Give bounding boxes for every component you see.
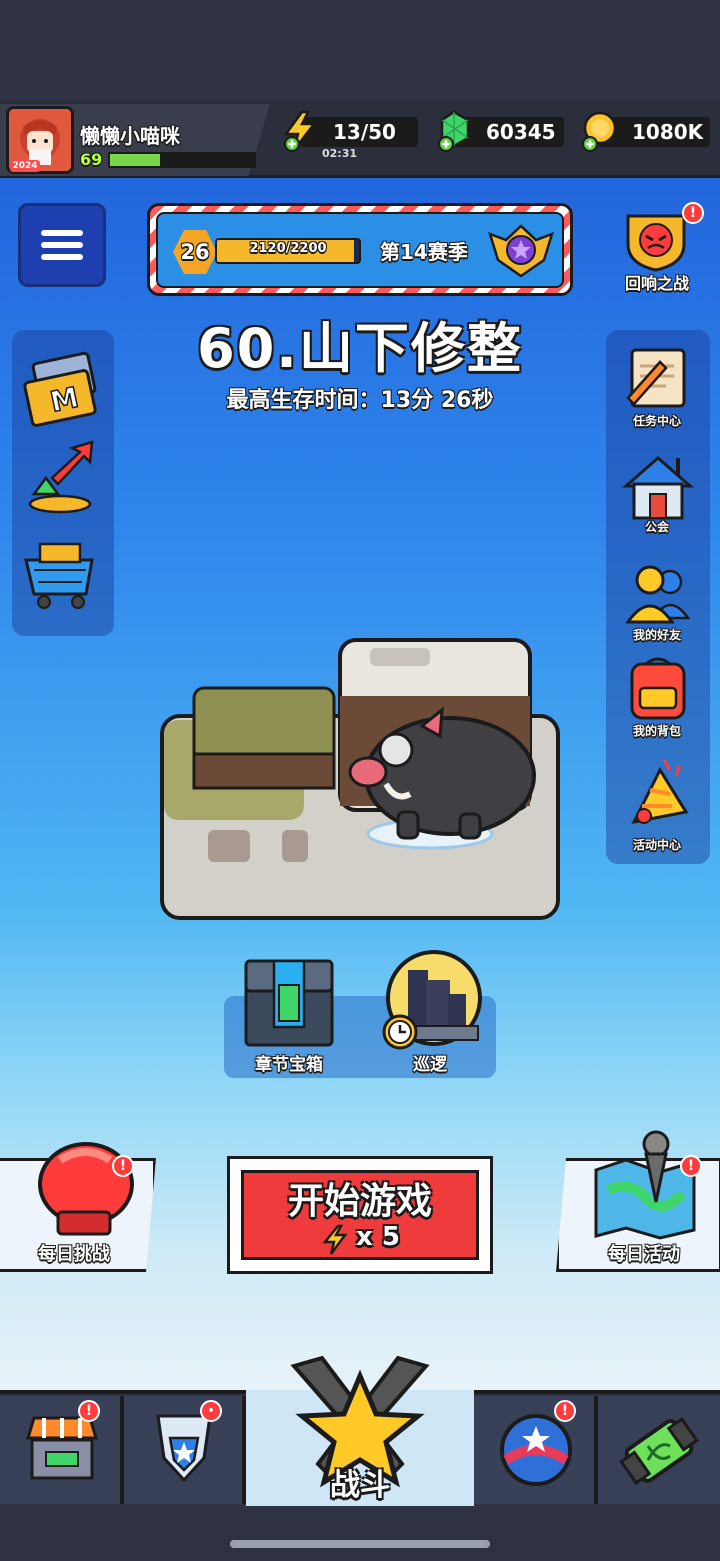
player-level: 69 <box>80 150 103 169</box>
guild-label: 公会 <box>644 520 669 534</box>
patrol-label: 巡逻 <box>413 1055 447 1075</box>
menu-icon-line <box>41 242 83 248</box>
nav-tab-talents[interactable]: ! <box>474 1396 598 1504</box>
stage-preview[interactable] <box>160 624 560 922</box>
monthly-card-icon: M <box>23 351 97 427</box>
growth-arrow-icon <box>28 440 94 514</box>
start-game-cost: x 5 <box>356 1222 400 1252</box>
party-popper-icon <box>631 759 689 825</box>
backpack-icon <box>630 657 686 720</box>
gem-value: 60345 <box>486 120 556 144</box>
menu-button[interactable] <box>18 203 106 287</box>
player-xp-bar <box>108 152 256 168</box>
growth-fund-button[interactable] <box>24 438 102 518</box>
task-center-label: 任务中心 <box>632 414 681 428</box>
patrol-icon <box>382 950 482 1050</box>
shop-notification-badge: ! <box>78 1400 100 1422</box>
season-rank-shield-icon <box>488 224 554 278</box>
nav-tab-shop[interactable]: ! <box>0 1396 124 1504</box>
friends-button[interactable] <box>620 562 696 628</box>
event-center-button[interactable] <box>620 756 696 836</box>
event-center-label: 活动中心 <box>632 838 681 852</box>
talents-notification-badge: ! <box>554 1400 576 1422</box>
nav-battle-label: 战斗 <box>330 1468 390 1503</box>
echo-battle-notification-badge: ! <box>682 202 704 224</box>
energy-value: 13/50 <box>333 120 396 144</box>
echo-battle-label: 回响之战 <box>624 274 689 293</box>
daily-event-button[interactable] <box>590 1130 702 1240</box>
guild-house-icon <box>622 456 694 520</box>
energy-timer: 02:31 <box>322 147 358 160</box>
nav-tab-equipment[interactable]: • <box>124 1396 246 1504</box>
lightning-icon <box>322 1224 348 1255</box>
status-bar <box>0 0 720 100</box>
coin-value: 1080K <box>632 120 704 144</box>
gem-icon <box>438 110 470 152</box>
treasure-map-icon <box>594 1130 696 1240</box>
monthly-card-button[interactable]: M <box>22 348 104 428</box>
scroll-quill-icon <box>626 348 686 408</box>
friends-icon <box>625 565 691 624</box>
season-xp-text: 2120/2200 <box>249 241 327 256</box>
boxing-glove-icon <box>38 1142 134 1236</box>
start-game-label: 开始游戏 <box>287 1181 432 1222</box>
player-xp-fill <box>110 154 161 166</box>
chapter-chest-label: 章节宝箱 <box>255 1055 323 1075</box>
home-indicator[interactable] <box>230 1540 490 1548</box>
chapter-chest-icon <box>244 959 334 1047</box>
patrol-button[interactable] <box>378 950 486 1054</box>
daily-challenge-label: 每日挑战 <box>38 1244 110 1265</box>
backpack-button[interactable] <box>622 654 694 724</box>
daily-challenge-notification-badge: ! <box>112 1155 134 1177</box>
equipment-notification-badge: • <box>200 1400 222 1422</box>
lightning-icon <box>283 110 317 152</box>
menu-icon <box>41 230 83 236</box>
guild-button[interactable] <box>620 450 696 522</box>
backpack-label: 我的背包 <box>632 724 681 738</box>
dna-capsule-icon <box>619 1417 699 1485</box>
menu-icon-line <box>41 254 83 260</box>
shop-cart-button[interactable] <box>20 530 104 614</box>
echo-battle-button[interactable] <box>622 208 690 272</box>
energy-cost-icon <box>322 1224 348 1256</box>
task-center-button[interactable] <box>618 344 698 414</box>
friends-label: 我的好友 <box>632 628 681 642</box>
daily-event-label: 每日活动 <box>608 1244 680 1265</box>
player-name: 懒懒小喵咪 <box>80 124 180 148</box>
daily-event-notification-badge: ! <box>680 1155 702 1177</box>
season-name: 第14赛季 <box>380 240 468 264</box>
nav-tab-evolution[interactable] <box>598 1396 720 1504</box>
daily-challenge-button[interactable] <box>30 1138 140 1238</box>
chapter-chest-button[interactable] <box>242 955 336 1049</box>
stage-preview-image <box>160 638 560 920</box>
shopping-cart-icon <box>24 542 94 609</box>
bottom-safe-area <box>0 1506 720 1561</box>
demon-shield-icon <box>626 214 686 272</box>
talent-orb-icon <box>500 1414 572 1486</box>
avatar-badge: 2024 <box>10 160 40 172</box>
coin-icon <box>582 111 617 152</box>
